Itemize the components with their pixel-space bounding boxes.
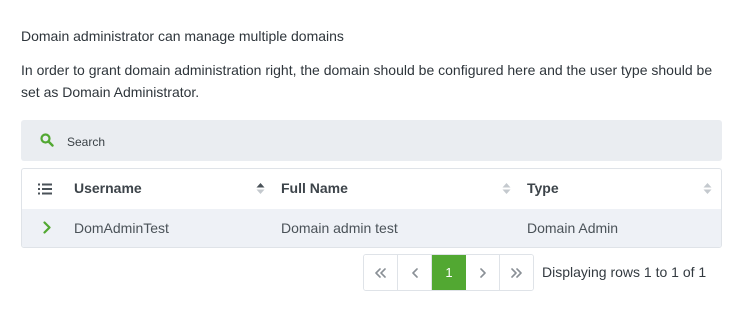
search-input[interactable] <box>65 131 709 153</box>
double-chevron-left-icon <box>375 267 386 278</box>
chevron-right-icon <box>479 267 486 278</box>
double-chevron-right-icon <box>511 267 522 278</box>
table-header: Username Full Name Type <box>22 169 721 207</box>
cell-username: DomAdminTest <box>74 220 169 236</box>
pagination-info: Displaying rows 1 to 1 of 1 <box>542 264 707 280</box>
search-bar <box>21 120 722 161</box>
cell-type: Domain Admin <box>527 220 619 236</box>
column-header-type[interactable]: Type <box>527 169 559 207</box>
sort-full-name-icon[interactable] <box>502 182 511 195</box>
sort-username-icon[interactable] <box>256 182 265 195</box>
intro-text: Domain administrator can manage multiple… <box>21 25 726 103</box>
chevron-right-icon[interactable] <box>43 221 51 234</box>
users-table: Username Full Name Type DomAdminTest Dom… <box>21 168 722 248</box>
last-page-button[interactable] <box>500 255 533 290</box>
pagination: 1 <box>363 254 534 291</box>
sort-type-icon[interactable] <box>703 182 712 195</box>
intro-line-2: In order to grant domain administration … <box>21 62 713 100</box>
cell-full-name: Domain admin test <box>281 220 398 236</box>
column-header-full-name[interactable]: Full Name <box>281 169 348 207</box>
chevron-left-icon <box>411 267 418 278</box>
page-button-current[interactable]: 1 <box>432 255 466 290</box>
search-icon <box>40 133 54 147</box>
prev-page-button[interactable] <box>398 255 432 290</box>
intro-line-1: Domain administrator can manage multiple… <box>21 28 344 44</box>
first-page-button[interactable] <box>364 255 398 290</box>
next-page-button[interactable] <box>466 255 500 290</box>
column-header-username[interactable]: Username <box>74 169 142 207</box>
column-chooser-icon[interactable] <box>38 182 52 195</box>
table-row[interactable]: DomAdminTest Domain admin test Domain Ad… <box>22 209 721 247</box>
